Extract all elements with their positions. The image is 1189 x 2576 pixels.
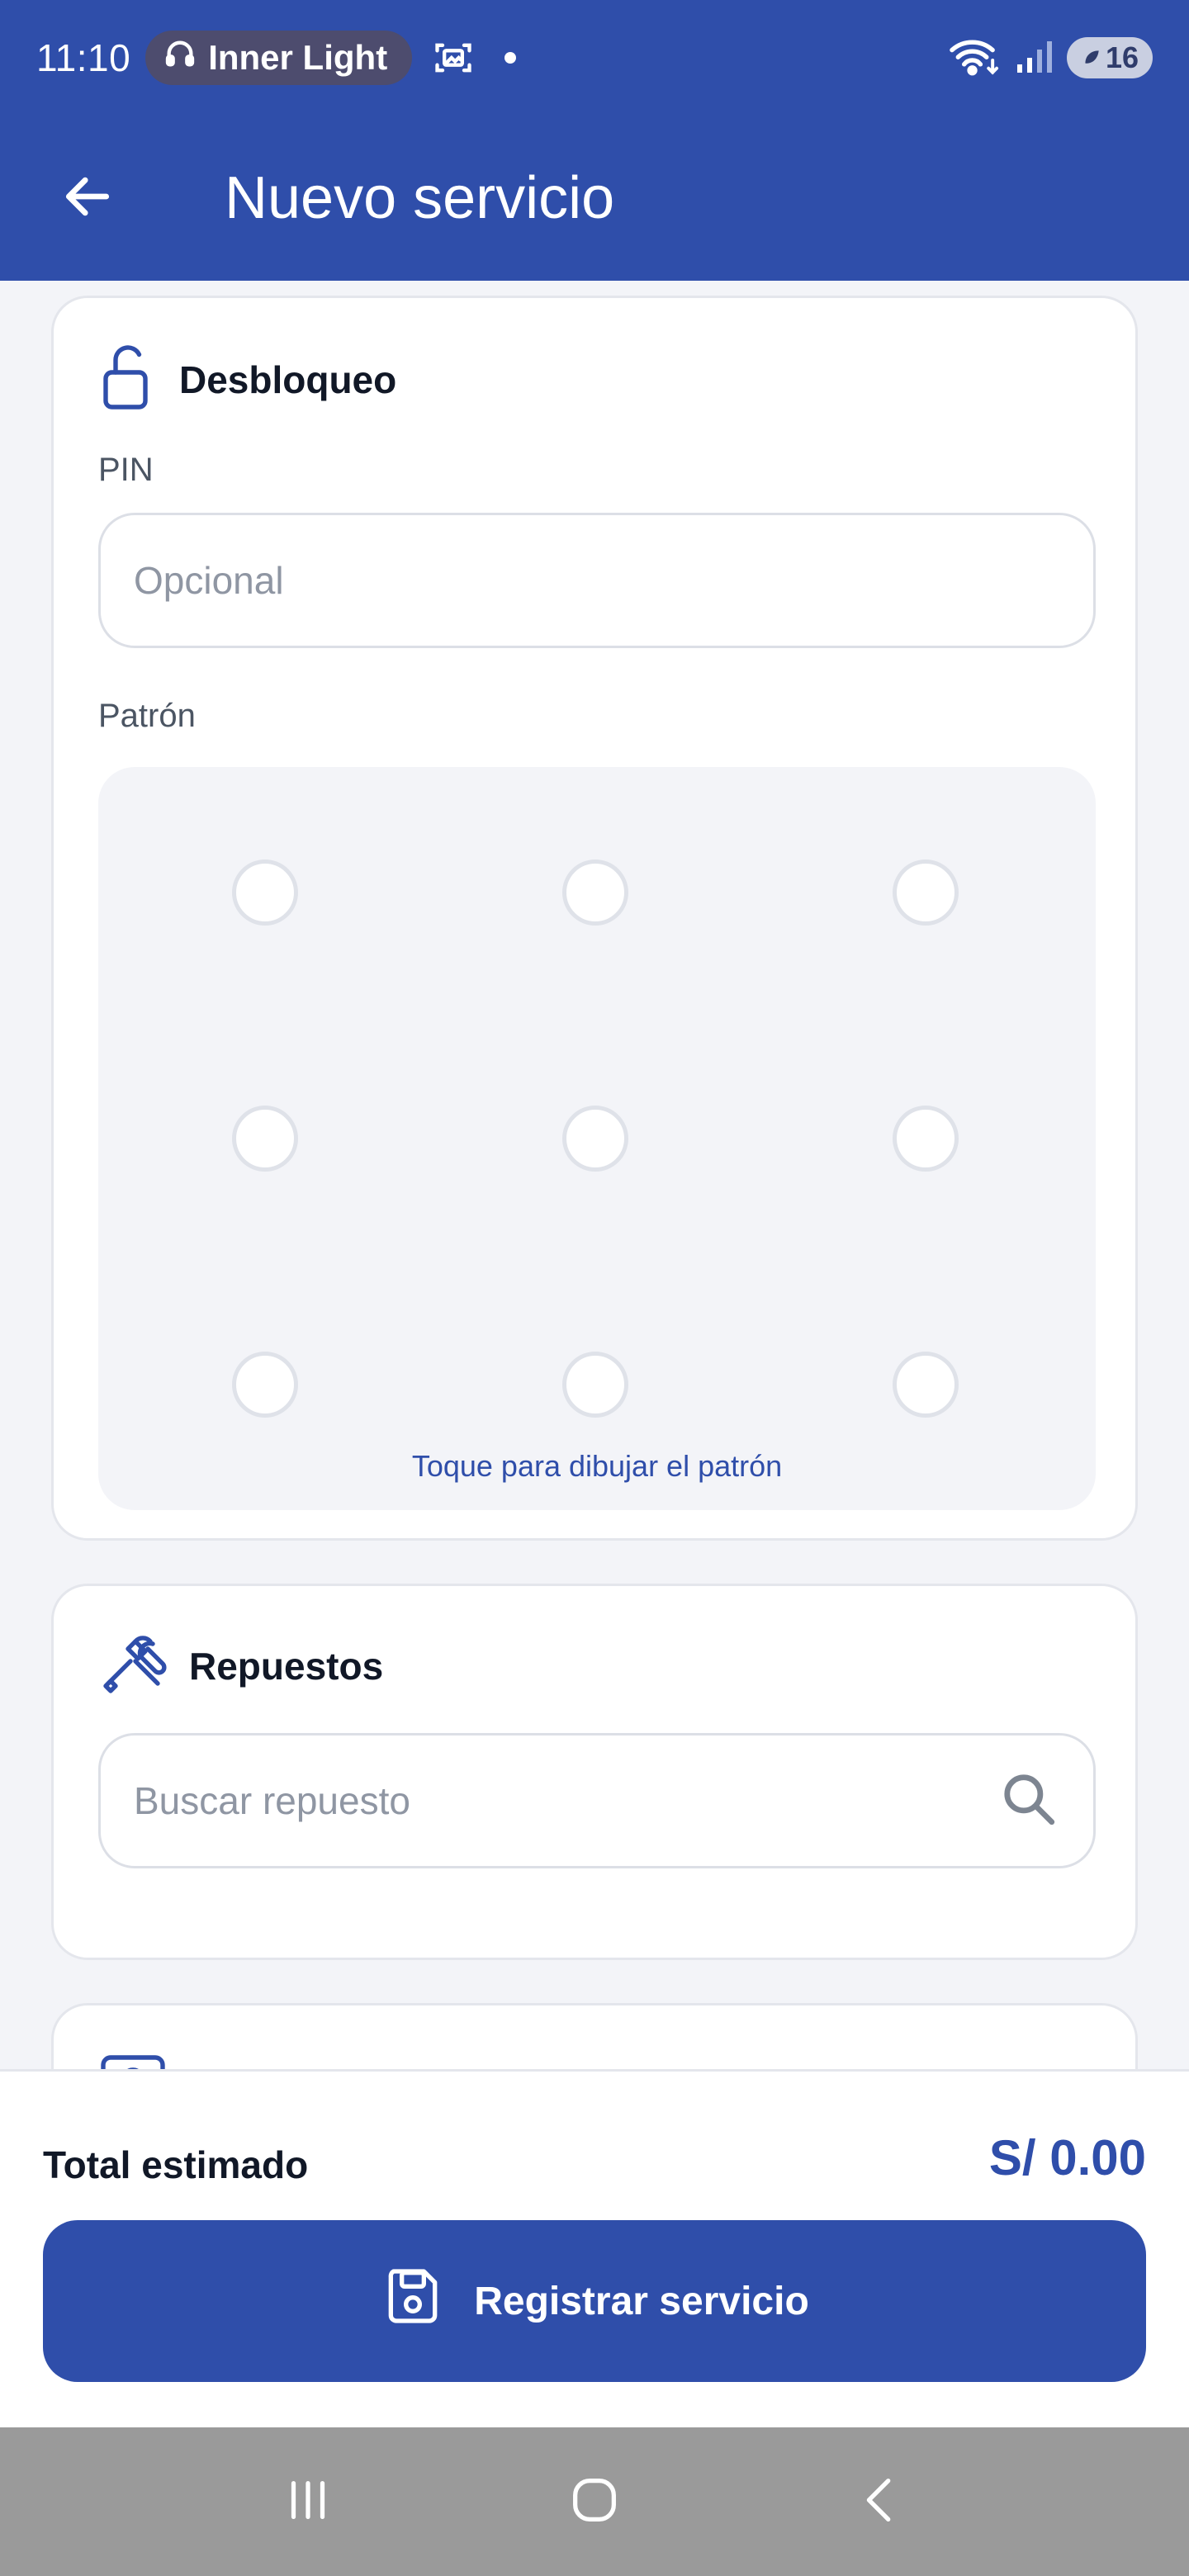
pattern-dot[interactable] [562,1352,628,1418]
pin-input[interactable] [134,558,1060,603]
pattern-dot[interactable] [232,1106,298,1172]
register-service-label: Registrar servicio [474,2279,809,2323]
media-chip[interactable]: Inner Light [145,31,413,85]
pattern-hint: Toque para dibujar el patrón [411,1449,783,1483]
status-time: 11:10 [36,36,131,79]
back-button[interactable] [38,149,137,248]
pattern-dot[interactable] [893,1106,959,1172]
home-button[interactable] [545,2452,644,2551]
save-icon [380,2263,446,2339]
wifi-icon [948,35,1001,82]
pattern-label: Patrón [98,698,196,734]
top-bar: 11:10 Inner Light 16 Nuevo servicio [0,0,1189,281]
signal-icon [1014,36,1054,80]
pattern-dot[interactable] [893,1352,959,1418]
search-button[interactable] [995,1764,1063,1838]
pin-label: PIN [98,452,154,488]
parts-card: Repuestos [51,1584,1138,1960]
notification-dot-icon [504,52,517,64]
screenshot-icon [432,36,475,79]
battery-indicator: 16 [1067,37,1153,78]
unlock-card-header: Desbloqueo [98,343,396,416]
recent-apps-icon [279,2471,337,2533]
parts-search-field[interactable] [98,1733,1096,1868]
parts-card-header: Repuestos [98,1634,383,1698]
total-value: S/ 0.00 [988,2130,1146,2185]
tools-icon [98,1634,168,1698]
pattern-pad[interactable]: Toque para dibujar el patrón [98,767,1096,1510]
parts-search-input[interactable] [134,1778,995,1823]
battery-level: 16 [1105,40,1139,74]
form-content[interactable]: Desbloqueo PIN Patrón Toque para dibujar… [0,281,1189,2069]
status-bar: 11:10 Inner Light 16 [0,0,1189,116]
pattern-dot[interactable] [232,1352,298,1418]
recent-apps-button[interactable] [258,2452,358,2551]
system-back-button[interactable] [831,2452,931,2551]
next-card-partial [51,2003,1138,2069]
status-right: 16 [948,35,1153,82]
search-icon [998,1769,1059,1834]
pattern-dot[interactable] [562,859,628,926]
unlock-card: Desbloqueo PIN Patrón Toque para dibujar… [51,296,1138,1541]
total-label: Total estimado [43,2143,309,2186]
home-icon [566,2471,623,2533]
unlock-icon [98,343,158,416]
media-chip-label: Inner Light [208,38,388,77]
card-icon-partial [98,2050,168,2069]
pattern-dot[interactable] [562,1106,628,1172]
pin-field[interactable] [98,513,1096,648]
headphones-icon [163,37,197,78]
bottom-panel: Total estimado S/ 0.00 Registrar servici… [0,2069,1189,2427]
next-card-header [98,2050,168,2069]
page-title: Nuevo servicio [225,165,615,231]
arrow-left-icon [59,168,116,229]
register-service-button[interactable]: Registrar servicio [43,2220,1146,2382]
app-bar: Nuevo servicio [0,116,1189,281]
battery-saver-icon [1081,40,1102,75]
pattern-dot[interactable] [893,859,959,926]
parts-card-title: Repuestos [189,1644,384,1688]
system-nav-bar [0,2427,1189,2576]
pattern-dot[interactable] [232,859,298,926]
chevron-left-icon [852,2471,910,2533]
unlock-card-title: Desbloqueo [179,358,397,401]
